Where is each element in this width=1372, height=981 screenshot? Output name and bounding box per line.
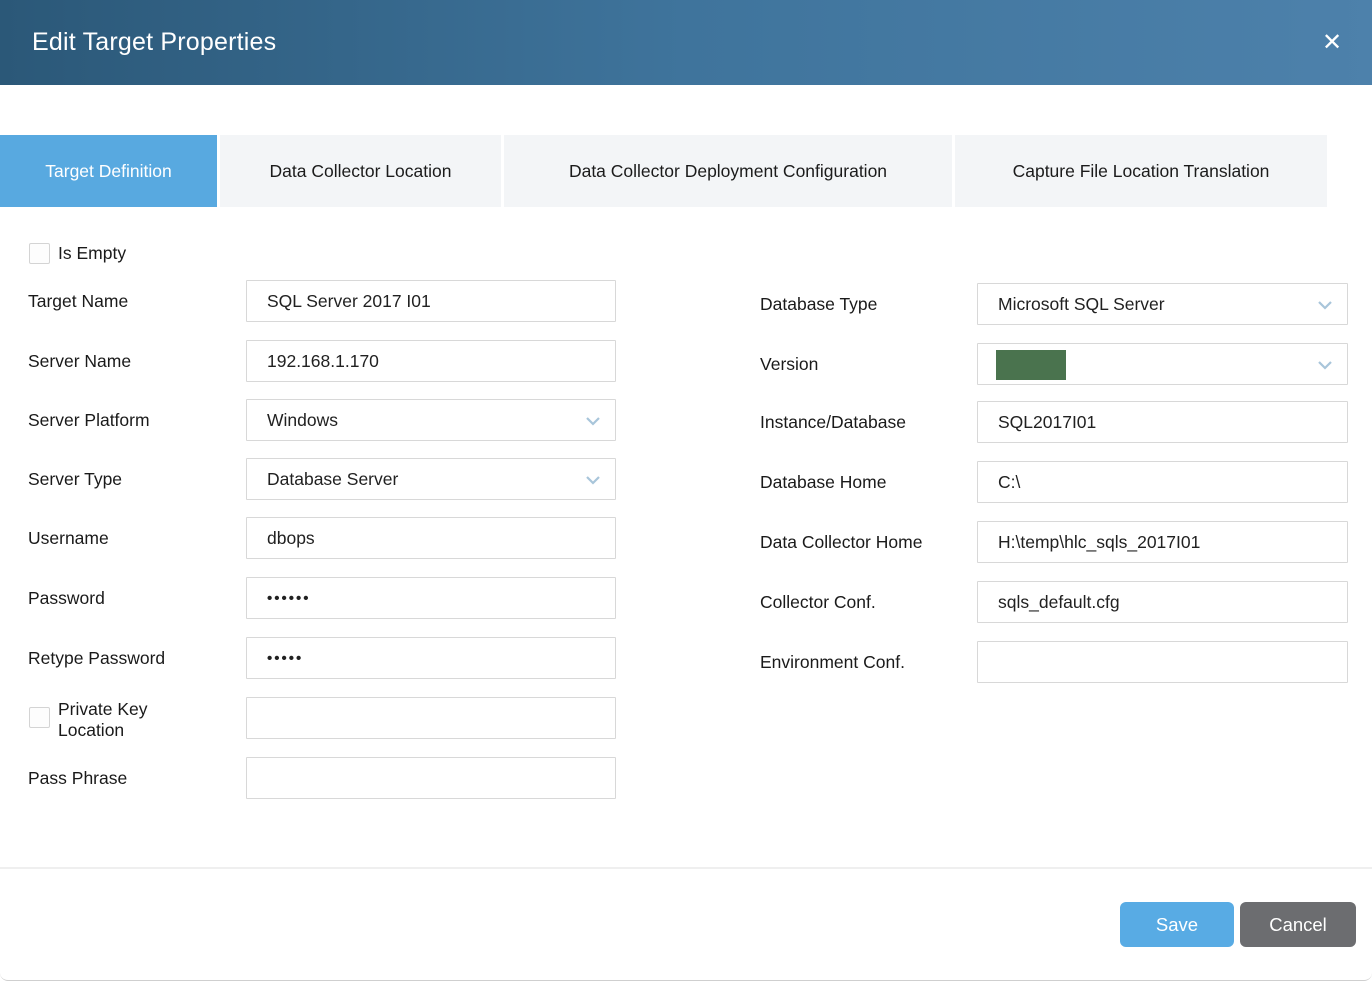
footer-separator [0,867,1372,869]
database-type-label: Database Type [760,283,877,325]
private-key-location-input[interactable] [246,697,616,739]
pass-phrase-input[interactable] [246,757,616,799]
password-label: Password [28,577,105,619]
save-button[interactable]: Save [1120,902,1234,947]
database-type-value: Microsoft SQL Server [998,294,1165,315]
server-name-input[interactable] [246,340,616,382]
database-home-label: Database Home [760,461,886,503]
chevron-down-icon [1317,297,1333,313]
target-name-input[interactable] [246,280,616,322]
tab-data-collector-deployment-configuration[interactable]: Data Collector Deployment Configuration [504,135,952,207]
dialog-title: Edit Target Properties [32,28,276,57]
database-type-select[interactable]: Microsoft SQL Server [977,283,1348,325]
private-key-location-label-line1: Private Key [58,699,147,719]
data-collector-home-input[interactable] [977,521,1348,563]
tab-data-collector-location[interactable]: Data Collector Location [220,135,501,207]
chevron-down-icon [585,472,601,488]
is-empty-checkbox[interactable] [29,243,50,264]
password-input[interactable] [246,577,616,619]
tab-capture-file-location-translation[interactable]: Capture File Location Translation [955,135,1327,207]
cancel-button[interactable]: Cancel [1240,902,1356,947]
tab-target-definition[interactable]: Target Definition [0,135,217,207]
instance-database-label: Instance/Database [760,401,906,443]
data-collector-home-label: Data Collector Home [760,521,922,563]
environment-conf-label: Environment Conf. [760,641,905,683]
edit-target-properties-dialog: Edit Target Properties ✕ Target Definiti… [0,0,1372,981]
instance-database-input[interactable] [977,401,1348,443]
collector-conf-input[interactable] [977,581,1348,623]
collector-conf-label: Collector Conf. [760,581,876,623]
server-platform-label: Server Platform [28,399,150,441]
username-label: Username [28,517,109,559]
database-home-input[interactable] [977,461,1348,503]
private-key-location-checkbox[interactable] [29,707,50,728]
pass-phrase-label: Pass Phrase [28,757,127,799]
username-input[interactable] [246,517,616,559]
server-type-value: Database Server [267,469,398,490]
tab-bar: Target Definition Data Collector Locatio… [0,135,1330,207]
private-key-location-label-line2: Location [58,720,124,740]
is-empty-label: Is Empty [58,232,126,274]
retype-password-input[interactable] [246,637,616,679]
environment-conf-input[interactable] [977,641,1348,683]
server-platform-value: Windows [267,410,338,431]
chevron-down-icon [585,413,601,429]
target-name-label: Target Name [28,280,128,322]
chevron-down-icon [1317,357,1333,373]
retype-password-label: Retype Password [28,637,165,679]
server-platform-select[interactable]: Windows [246,399,616,441]
server-type-label: Server Type [28,458,122,500]
close-icon[interactable]: ✕ [1310,0,1354,85]
version-select[interactable] [977,343,1348,385]
server-type-select[interactable]: Database Server [246,458,616,500]
version-value-redacted-block [996,350,1066,380]
version-label: Version [760,343,818,385]
server-name-label: Server Name [28,340,131,382]
dialog-titlebar: Edit Target Properties [0,0,1372,85]
private-key-location-label: Private Key Location [58,699,147,741]
